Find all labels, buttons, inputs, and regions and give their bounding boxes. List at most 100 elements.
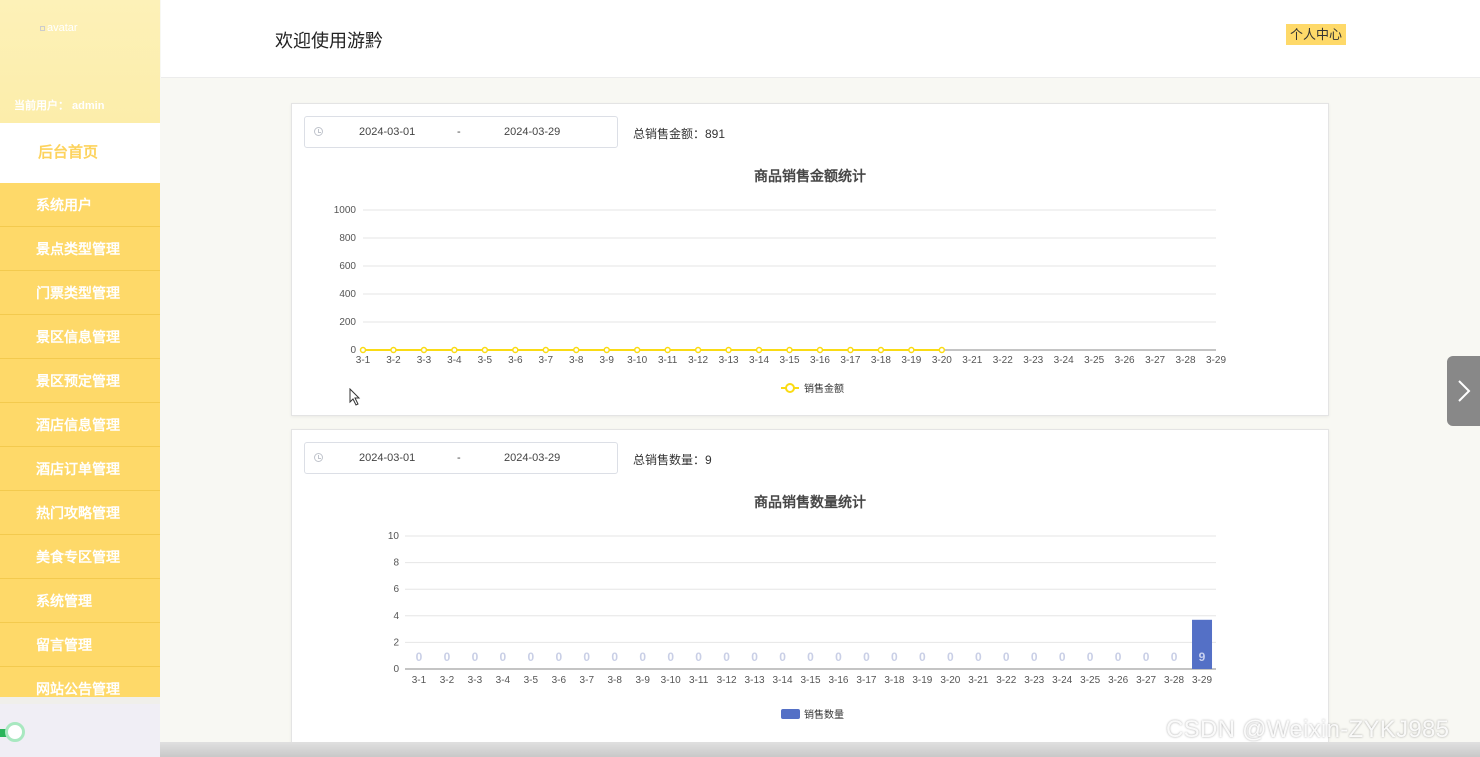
- data-label: 0: [1115, 650, 1122, 664]
- x-tick-label: 3-15: [779, 355, 799, 366]
- sidebar-profile: avatar 当前用户： admin: [0, 0, 160, 123]
- x-tick-label: 3-6: [552, 675, 567, 686]
- data-label: 0: [947, 650, 954, 664]
- sidebar-item-announcements[interactable]: 网站公告管理: [0, 667, 160, 697]
- y-tick-label: 1000: [334, 205, 357, 216]
- sidebar-item-system-admin[interactable]: 系统管理: [0, 579, 160, 623]
- horizontal-scrollbar[interactable]: [160, 742, 1480, 757]
- data-label: 0: [667, 650, 674, 664]
- x-tick-label: 3-24: [1054, 355, 1074, 366]
- x-tick-label: 3-4: [447, 355, 462, 366]
- x-tick-label: 3-16: [828, 675, 848, 686]
- data-label: 0: [555, 650, 562, 664]
- toggle-knob: [5, 722, 25, 742]
- data-point: [633, 346, 641, 354]
- sidebar-item-hotel-orders[interactable]: 酒店订单管理: [0, 447, 160, 491]
- y-tick-label: 10: [388, 531, 400, 542]
- x-tick-label: 3-18: [884, 675, 904, 686]
- x-tick-label: 3-17: [840, 355, 860, 366]
- data-label: 0: [611, 650, 618, 664]
- x-tick-label: 3-10: [627, 355, 647, 366]
- x-tick-label: 3-25: [1080, 675, 1100, 686]
- sidebar-item-scenic-booking[interactable]: 景区预定管理: [0, 359, 160, 403]
- x-tick-label: 3-2: [386, 355, 401, 366]
- x-tick-label: 3-29: [1192, 675, 1212, 686]
- data-label: 0: [807, 650, 814, 664]
- page-title: 欢迎使用游黔: [275, 31, 383, 51]
- data-point: [694, 346, 702, 354]
- x-tick-label: 3-7: [539, 355, 554, 366]
- x-tick-label: 3-24: [1052, 675, 1072, 686]
- x-tick-label: 3-20: [940, 675, 960, 686]
- x-tick-label: 3-2: [440, 675, 455, 686]
- x-tick-label: 3-7: [580, 675, 595, 686]
- data-label: 0: [1003, 650, 1010, 664]
- data-point: [908, 346, 915, 354]
- y-tick-label: 8: [393, 558, 399, 569]
- data-point: [786, 346, 793, 354]
- top-header: 欢迎使用游黔 个人中心: [161, 0, 1480, 78]
- data-label: 0: [472, 650, 479, 664]
- legend-swatch: [781, 709, 800, 719]
- data-label: 0: [1087, 650, 1094, 664]
- data-label: 0: [528, 650, 535, 664]
- data-label: 9: [1199, 650, 1206, 664]
- data-label: 0: [863, 650, 870, 664]
- sidebar-item-scenic-types[interactable]: 景点类型管理: [0, 227, 160, 271]
- y-tick-label: 200: [339, 317, 356, 328]
- x-tick-label: 3-1: [412, 675, 427, 686]
- sales-count-bar-chart: 02468103-103-203-303-403-503-603-703-803…: [388, 531, 1216, 721]
- theme-toggle[interactable]: [0, 721, 40, 745]
- x-tick-label: 3-5: [478, 355, 493, 366]
- x-tick-label: 3-4: [496, 675, 511, 686]
- data-label: 0: [444, 650, 451, 664]
- legend-label: 销售金额: [804, 382, 844, 395]
- y-tick-label: 6: [393, 584, 399, 595]
- sales-amount-card: 2024-03-01 - 2024-03-29 总销售金额：891 商品销售金额…: [291, 103, 1329, 416]
- sidebar-item-scenic-info[interactable]: 景区信息管理: [0, 315, 160, 359]
- data-label: 0: [779, 650, 786, 664]
- x-tick-label: 3-5: [524, 675, 539, 686]
- data-point: [481, 346, 489, 354]
- x-tick-label: 3-9: [599, 355, 614, 366]
- x-tick-label: 3-21: [968, 675, 988, 686]
- personal-center-button[interactable]: 个人中心: [1286, 24, 1347, 45]
- x-tick-label: 3-22: [993, 355, 1013, 366]
- data-point: [512, 346, 519, 354]
- data-label: 0: [835, 650, 842, 664]
- y-tick-label: 0: [393, 664, 399, 675]
- x-tick-label: 3-8: [608, 675, 623, 686]
- sidebar-item-messages[interactable]: 留言管理: [0, 623, 160, 667]
- data-point: [664, 346, 671, 354]
- x-tick-label: 3-29: [1206, 355, 1226, 366]
- data-point: [573, 346, 580, 354]
- x-tick-label: 3-28: [1176, 355, 1196, 366]
- x-tick-label: 3-11: [689, 675, 709, 686]
- data-point: [755, 346, 763, 354]
- data-point: [847, 346, 854, 354]
- data-label: 0: [416, 650, 423, 664]
- data-point: [603, 346, 610, 354]
- x-tick-label: 3-26: [1115, 355, 1135, 366]
- sidebar-item-hotel-info[interactable]: 酒店信息管理: [0, 403, 160, 447]
- data-label: 0: [639, 650, 646, 664]
- x-tick-label: 3-19: [901, 355, 921, 366]
- data-label: 0: [919, 650, 926, 664]
- y-tick-label: 600: [339, 261, 356, 272]
- x-tick-label: 3-25: [1084, 355, 1104, 366]
- y-tick-label: 800: [339, 233, 356, 244]
- sidebar-item-ticket-types[interactable]: 门票类型管理: [0, 271, 160, 315]
- sidebar-item-food[interactable]: 美食专区管理: [0, 535, 160, 579]
- avatar[interactable]: avatar: [40, 22, 78, 34]
- data-point: [390, 346, 397, 354]
- data-label: 0: [695, 650, 702, 664]
- sidebar-item-system-users[interactable]: 系统用户: [0, 183, 160, 227]
- x-tick-label: 3-19: [912, 675, 932, 686]
- x-tick-label: 3-12: [717, 675, 737, 686]
- x-tick-label: 3-22: [996, 675, 1016, 686]
- data-point: [359, 346, 367, 354]
- sidebar-item-guides[interactable]: 热门攻略管理: [0, 491, 160, 535]
- next-page-button[interactable]: [1447, 356, 1480, 426]
- data-point: [451, 346, 458, 354]
- sidebar-item-home[interactable]: 后台首页: [0, 123, 160, 183]
